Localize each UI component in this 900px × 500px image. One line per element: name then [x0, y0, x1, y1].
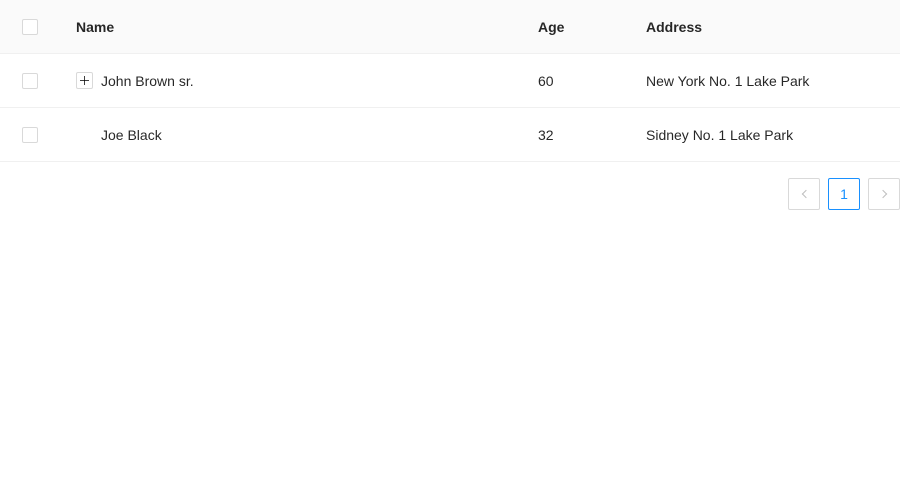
name-cell: John Brown sr. — [76, 54, 194, 107]
column-header-address: Address — [646, 0, 702, 53]
age-value: 60 — [538, 72, 554, 89]
column-header-name: Name — [76, 0, 114, 53]
row-checkbox[interactable] — [22, 72, 38, 89]
prev-page-button[interactable] — [788, 178, 820, 210]
address-value: Sidney No. 1 Lake Park — [646, 126, 794, 143]
column-header-name-label: Name — [76, 18, 115, 35]
table-header: Name Age Address — [0, 0, 900, 54]
select-all-checkbox[interactable] — [22, 18, 38, 35]
address-cell: Sidney No. 1 Lake Park — [646, 108, 793, 161]
chevron-right-icon — [878, 189, 887, 199]
table-row: Joe Black 32 Sidney No. 1 Lake Park — [0, 108, 900, 162]
name-value: John Brown sr. — [101, 72, 194, 89]
name-cell: Joe Black — [76, 108, 162, 161]
page-number-button[interactable]: 1 — [828, 178, 860, 210]
column-header-age: Age — [538, 0, 564, 53]
chevron-left-icon — [801, 189, 810, 199]
age-value: 32 — [538, 126, 554, 143]
header-checkbox-cell — [22, 0, 38, 53]
age-cell: 32 — [538, 108, 554, 161]
table-row: John Brown sr. 60 New York No. 1 Lake Pa… — [0, 54, 900, 108]
pagination: 1 — [788, 178, 900, 210]
address-value: New York No. 1 Lake Park — [646, 72, 810, 89]
name-value: Joe Black — [101, 126, 162, 143]
data-table: Name Age Address John Brown sr. 60 New Y… — [0, 0, 900, 162]
column-header-age-label: Age — [538, 18, 565, 35]
address-cell: New York No. 1 Lake Park — [646, 54, 809, 107]
expand-row-icon[interactable] — [76, 72, 93, 89]
column-header-address-label: Address — [646, 18, 703, 35]
row-checkbox-cell — [22, 108, 38, 161]
next-page-button[interactable] — [868, 178, 900, 210]
row-checkbox[interactable] — [22, 126, 38, 143]
age-cell: 60 — [538, 54, 554, 107]
row-checkbox-cell — [22, 54, 38, 107]
